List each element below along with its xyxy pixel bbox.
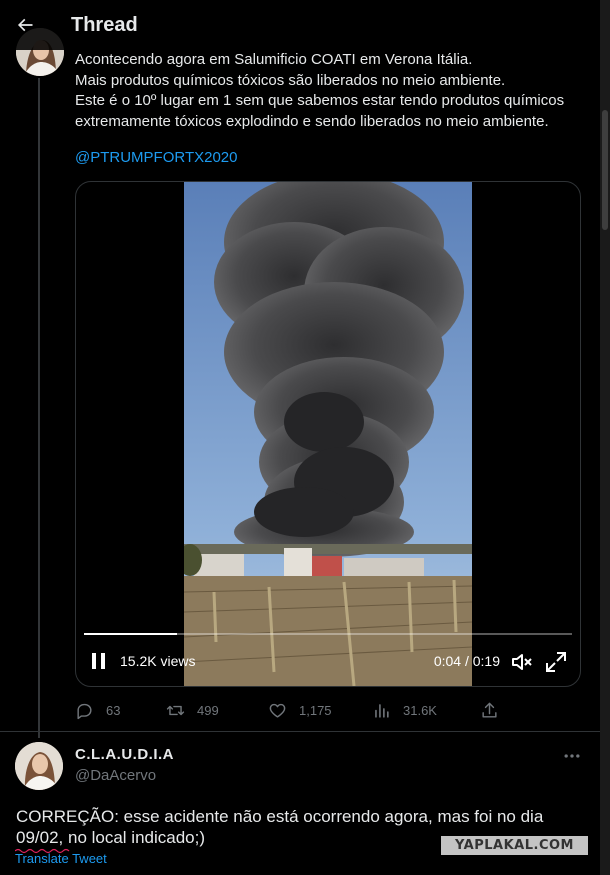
fullscreen-button[interactable] <box>544 650 568 674</box>
tweet-text-line: Acontecendo agora em Salumificio COATI e… <box>75 51 473 68</box>
video-frame[interactable] <box>184 182 472 686</box>
video-controls: 15.2K views 0:04 / 0:19 <box>76 647 580 677</box>
translate-tweet-link[interactable]: Translate Tweet <box>15 851 107 866</box>
heart-icon <box>269 703 286 718</box>
video-player[interactable]: 15.2K views 0:04 / 0:19 <box>75 181 581 687</box>
tweet-text-line: Este é o 10º lugar em 1 sem que sabemos … <box>75 92 565 109</box>
avatar-image <box>15 742 63 790</box>
thread-connector <box>38 78 40 738</box>
speaker-muted-icon <box>512 654 532 670</box>
tweet-text-line: extremamente tóxicos explodindo e sendo … <box>75 112 549 130</box>
reply-icon <box>77 703 92 719</box>
analytics-icon <box>375 703 389 718</box>
like-count: 1,175 <box>299 702 332 718</box>
video-views: 15.2K views <box>120 653 196 669</box>
video-time: 0:04 / 0:19 <box>433 653 500 669</box>
retweet-button[interactable]: 499 <box>166 698 219 722</box>
video-progress-bar[interactable] <box>84 633 572 635</box>
tweet-text: Acontecendo agora em Salumificio COATI e… <box>75 50 585 132</box>
arrow-left-icon <box>17 18 33 32</box>
page-title: Thread <box>71 13 138 36</box>
video-thumbnail <box>184 182 472 686</box>
reply-count: 63 <box>106 702 121 718</box>
more-options-button[interactable] <box>560 744 584 768</box>
watermark: YAPLAKAL.COM <box>441 836 588 855</box>
mute-button[interactable] <box>510 650 534 674</box>
scrollbar[interactable] <box>600 0 610 875</box>
reply-author-name[interactable]: C.L.A.U.D.I.A <box>75 746 174 763</box>
retweet-icon <box>166 705 185 715</box>
tweet-text-line: Mais produtos químicos tóxicos são liber… <box>75 71 506 89</box>
share-button[interactable] <box>480 698 499 722</box>
pause-button[interactable] <box>88 649 110 673</box>
more-horizontal-icon <box>564 754 580 758</box>
share-icon <box>482 702 497 718</box>
reply-avatar[interactable] <box>15 742 63 790</box>
pause-icon <box>92 653 105 669</box>
mention-link[interactable]: @PTRUMPFORTX2020 <box>75 149 238 166</box>
thread-header: Thread <box>0 0 600 50</box>
back-button[interactable] <box>8 8 42 42</box>
reply-author-handle[interactable]: @DaAcervo <box>75 767 156 784</box>
video-progress-fill <box>84 633 177 635</box>
scrollbar-thumb[interactable] <box>602 110 608 230</box>
view-count: 31.6K <box>403 702 437 718</box>
retweet-count: 499 <box>197 702 219 718</box>
reply-button[interactable]: 63 <box>75 698 120 722</box>
like-button[interactable]: 1,175 <box>268 698 332 722</box>
views-button[interactable]: 31.6K <box>372 698 437 722</box>
tweet-actions: 63 499 1,175 31.6K <box>75 698 505 722</box>
reply-text-line: CORREÇÃO: esse acidente não está ocorren… <box>16 807 544 826</box>
fullscreen-icon <box>546 652 566 672</box>
tweet-divider <box>0 731 600 732</box>
